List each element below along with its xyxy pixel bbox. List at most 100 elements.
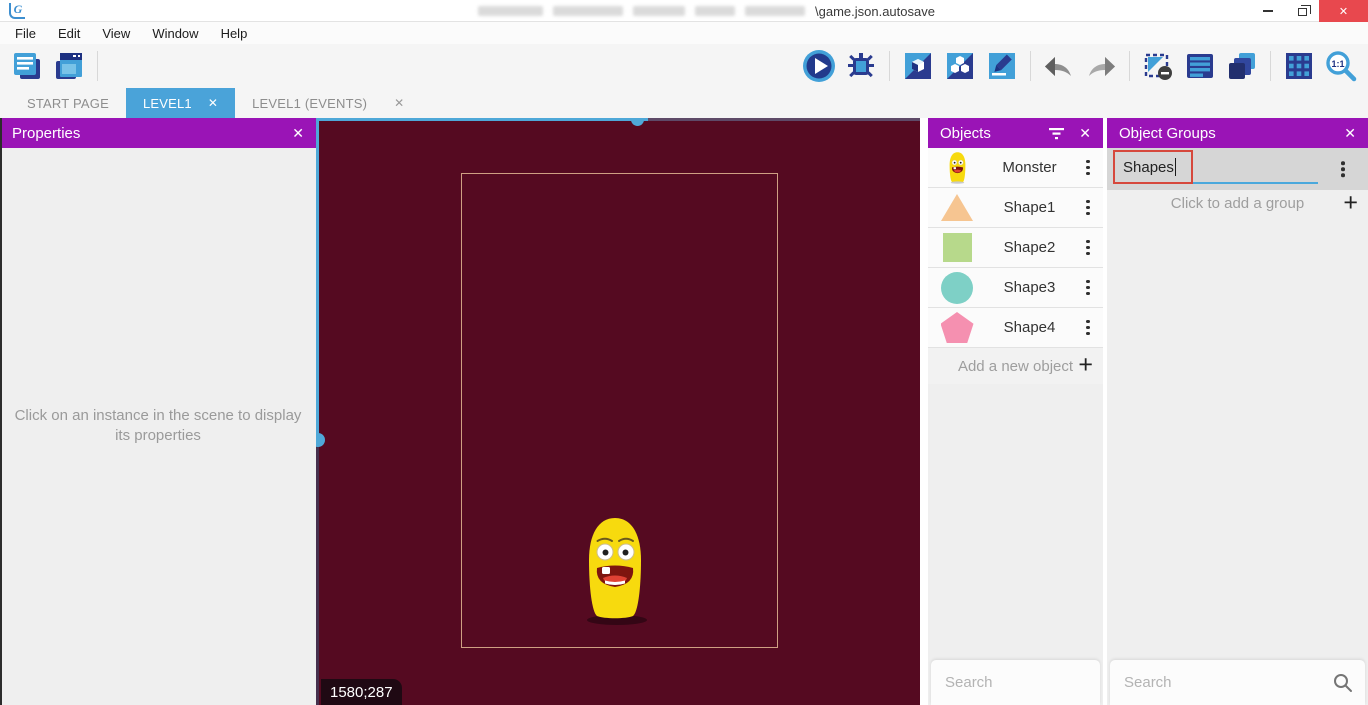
preview-play-button[interactable] <box>800 47 838 85</box>
project-manager-button[interactable] <box>8 47 46 85</box>
circle-thumbnail-icon <box>936 272 978 304</box>
tab-start-page[interactable]: START PAGE <box>10 88 126 118</box>
tab-level1-events-close-icon[interactable]: ✕ <box>384 88 414 118</box>
instances-list-button[interactable] <box>1181 47 1219 85</box>
start-page-button[interactable] <box>50 47 88 85</box>
delete-instances-icon <box>1143 51 1173 81</box>
start-page-icon <box>54 51 84 81</box>
properties-panel: Properties ✕ Click on an instance in the… <box>0 118 316 705</box>
tab-level1-events[interactable]: LEVEL1 (EVENTS) <box>235 88 384 118</box>
objects-close-icon[interactable]: ✕ <box>1079 125 1091 142</box>
properties-panel-title: Properties <box>12 125 80 142</box>
add-object-label: Add a new object <box>928 358 1103 375</box>
minimize-button[interactable] <box>1251 0 1285 22</box>
close-button[interactable]: ✕ <box>1319 0 1368 22</box>
object-menu-button[interactable] <box>1081 160 1095 176</box>
cursor-coordinates-value: 1580;287 <box>330 684 393 701</box>
menu-view[interactable]: View <box>91 22 141 44</box>
horizontal-scrollbar-handle[interactable] <box>631 118 644 126</box>
zoom-original-icon: 1:1 <box>1325 50 1357 82</box>
objects-search-bar <box>931 660 1100 705</box>
window-title-text: \game.json.autosave <box>815 4 935 19</box>
grid-button[interactable] <box>1280 47 1318 85</box>
main-toolbar: 1:1 <box>0 44 1368 88</box>
tab-level1-label: LEVEL1 <box>143 96 192 111</box>
object-row-shape3[interactable]: Shape3 <box>928 268 1103 308</box>
object-row-monster[interactable]: Monster <box>928 148 1103 188</box>
objects-list-button[interactable] <box>941 47 979 85</box>
object-name: Shape4 <box>978 319 1081 336</box>
menu-edit[interactable]: Edit <box>47 22 91 44</box>
groups-search-input[interactable] <box>1110 674 1333 691</box>
layers-button[interactable] <box>1223 47 1261 85</box>
plus-icon: + <box>1343 188 1358 217</box>
monster-instance[interactable] <box>581 514 649 626</box>
close-icon: ✕ <box>1339 5 1348 18</box>
toolbar-separator <box>1129 51 1130 81</box>
undo-button[interactable] <box>1040 47 1078 85</box>
group-name-input[interactable]: Shapes <box>1123 159 1174 176</box>
edit-scene-icon <box>987 51 1017 81</box>
vertical-scrollbar-track[interactable] <box>316 440 319 705</box>
minimize-icon <box>1263 10 1273 12</box>
filter-icon[interactable] <box>1048 127 1065 140</box>
tab-level1-close-icon[interactable]: ✕ <box>208 96 218 110</box>
redo-button[interactable] <box>1082 47 1120 85</box>
toolbar-separator <box>1030 51 1031 81</box>
restore-button[interactable] <box>1285 0 1319 22</box>
redacted-title-segment <box>553 6 623 16</box>
objects-panel-header: Objects ✕ <box>928 118 1103 148</box>
group-name-highlight-box: Shapes <box>1113 150 1193 184</box>
zoom-original-button[interactable]: 1:1 <box>1322 47 1360 85</box>
toolbar-separator <box>889 51 890 81</box>
add-object-button[interactable] <box>899 47 937 85</box>
restore-icon <box>1298 8 1307 16</box>
object-menu-button[interactable] <box>1081 200 1095 216</box>
horizontal-scrollbar[interactable] <box>316 118 648 121</box>
add-group-label: Click to add a group <box>1107 195 1368 212</box>
add-object-row[interactable]: Add a new object + <box>928 348 1103 384</box>
object-groups-panel: Object Groups ✕ Shapes Click to add a gr… <box>1107 118 1368 705</box>
tab-level1[interactable]: LEVEL1 ✕ <box>126 88 235 118</box>
add-group-row[interactable]: Click to add a group + <box>1107 190 1368 217</box>
menu-window[interactable]: Window <box>141 22 209 44</box>
menu-file[interactable]: File <box>4 22 47 44</box>
properties-close-icon[interactable]: ✕ <box>292 125 304 142</box>
redacted-title-segment <box>745 6 805 16</box>
properties-panel-header: Properties ✕ <box>0 118 316 148</box>
grid-icon <box>1284 51 1314 81</box>
text-caret <box>1175 158 1177 176</box>
scene-editor-canvas[interactable]: 1580;287 <box>316 118 920 705</box>
vertical-scrollbar[interactable] <box>316 118 319 440</box>
delete-instances-button[interactable] <box>1139 47 1177 85</box>
editor-content: Properties ✕ Click on an instance in the… <box>0 118 1368 705</box>
object-row-shape2[interactable]: Shape2 <box>928 228 1103 268</box>
object-menu-button[interactable] <box>1081 320 1095 336</box>
group-edit-row[interactable]: Shapes <box>1107 148 1368 190</box>
tab-level1-events-label: LEVEL1 (EVENTS) <box>252 96 367 111</box>
toolbar-separator <box>97 51 98 81</box>
objects-panel: Objects ✕ <box>928 118 1103 705</box>
tab-start-page-label: START PAGE <box>27 96 109 111</box>
object-groups-panel-header: Object Groups ✕ <box>1107 118 1368 148</box>
object-menu-button[interactable] <box>1081 240 1095 256</box>
object-menu-button[interactable] <box>1081 280 1095 296</box>
object-row-shape4[interactable]: Shape4 <box>928 308 1103 348</box>
properties-empty-message: Click on an instance in the scene to dis… <box>14 406 302 446</box>
gdevelop-logo-icon: G <box>9 3 25 19</box>
redacted-title-segment <box>633 6 685 16</box>
group-menu-button[interactable] <box>1336 161 1350 177</box>
edit-scene-button[interactable] <box>983 47 1021 85</box>
debug-button[interactable] <box>842 47 880 85</box>
object-row-shape1[interactable]: Shape1 <box>928 188 1103 228</box>
instances-list-icon <box>1185 51 1215 81</box>
add-object-icon <box>903 51 933 81</box>
layers-icon <box>1227 51 1257 81</box>
horizontal-scrollbar-track[interactable] <box>648 118 920 121</box>
object-name: Shape2 <box>978 239 1081 256</box>
object-groups-close-icon[interactable]: ✕ <box>1344 125 1356 142</box>
window-title: \game.json.autosave <box>478 0 935 22</box>
objects-list-icon <box>945 51 975 81</box>
vertical-scrollbar-handle[interactable] <box>316 433 325 447</box>
menu-help[interactable]: Help <box>210 22 259 44</box>
